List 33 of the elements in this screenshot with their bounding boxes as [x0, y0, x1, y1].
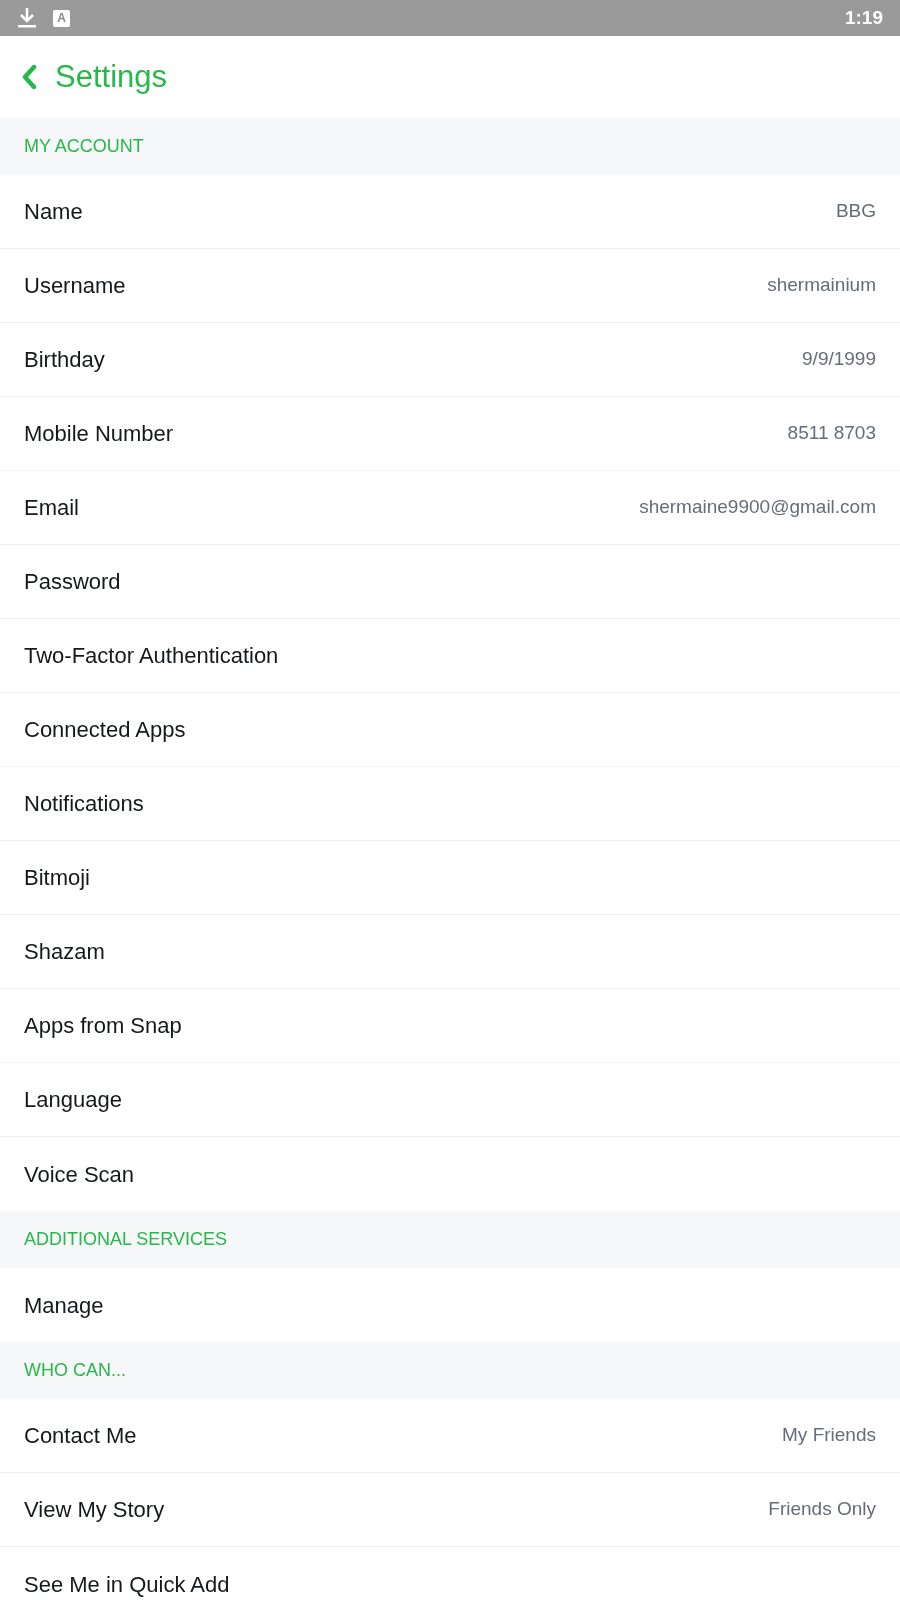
row-label: Contact Me — [24, 1422, 137, 1450]
section-title: WHO CAN... — [24, 1359, 126, 1382]
back-icon[interactable] — [21, 65, 37, 89]
row-label: Username — [24, 272, 126, 300]
row-label: Name — [24, 198, 83, 226]
row-label: Email — [24, 494, 79, 522]
section-title: ADDITIONAL SERVICES — [24, 1228, 228, 1251]
page-title: Settings — [55, 57, 167, 96]
section-title: MY ACCOUNT — [24, 135, 144, 158]
row-label: Birthday — [24, 346, 105, 374]
row-label: Shazam — [24, 938, 105, 966]
row-label: Apps from Snap — [24, 1012, 182, 1040]
row-value: My Friends — [782, 1423, 876, 1448]
row-value: shermainium — [767, 273, 876, 298]
letter-badge: A — [53, 9, 70, 27]
row-value: BBG — [835, 199, 876, 224]
status-time: 1:19 — [844, 5, 883, 30]
row-label: Connected Apps — [24, 716, 186, 744]
row-value: shermaine9900@gmail.com — [639, 495, 876, 520]
row-label: View My Story — [24, 1496, 165, 1524]
row-label: Password — [24, 568, 121, 596]
row-label: Two-Factor Authentication — [24, 642, 279, 670]
row-label: Mobile Number — [24, 420, 174, 448]
row-label: Voice Scan — [24, 1160, 135, 1189]
row-value: 9/9/1999 — [802, 347, 876, 372]
row-value: 8511 8703 — [787, 421, 876, 446]
row-label: See Me in Quick Add — [24, 1570, 230, 1599]
row-label: Bitmoji — [24, 864, 90, 892]
row-label: Manage — [24, 1291, 104, 1320]
row-label: Language — [24, 1086, 122, 1114]
row-label: Notifications — [24, 790, 144, 818]
row-value: Friends Only — [768, 1497, 876, 1522]
download-icon — [17, 7, 37, 29]
